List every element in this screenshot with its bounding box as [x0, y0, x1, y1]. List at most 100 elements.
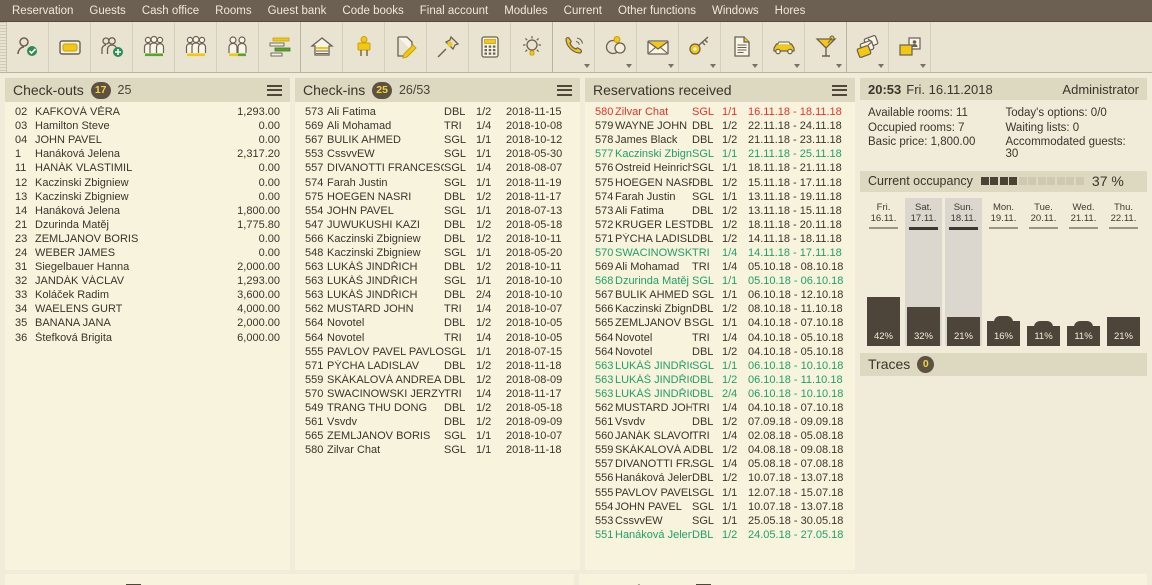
chart-column-2211[interactable]: Thu.22.11.21%: [1105, 198, 1142, 346]
menu-item-windows[interactable]: Windows: [704, 2, 767, 20]
mail-icon[interactable]: [637, 22, 679, 72]
menu-item-rooms[interactable]: Rooms: [207, 2, 259, 20]
table-row[interactable]: 580Zilvar ChatSGL1/12018-11-18: [295, 443, 580, 457]
table-row[interactable]: 13Kaczinski Zbigniew0.00: [5, 190, 290, 204]
table-row[interactable]: 576Ostreid HeinrichSGL1/118.11.18 - 21.1…: [585, 161, 855, 175]
table-row[interactable]: 03Hamilton Steve0.00: [5, 119, 290, 133]
table-row[interactable]: 35BANANA JANA2,000.00: [5, 316, 290, 330]
table-row[interactable]: 573Ali FatimaDBL1/22018-11-15: [295, 105, 580, 119]
table-row[interactable]: 574Farah JustinSGL1/113.11.18 - 19.11.18: [585, 190, 855, 204]
table-row[interactable]: 34WAELENS GURT4,000.00: [5, 302, 290, 316]
table-row[interactable]: 579WAYNE JOHNDBL1/222.11.18 - 24.11.18: [585, 119, 855, 133]
chart-bar[interactable]: 11%: [1027, 326, 1060, 346]
check-ins-list[interactable]: 573Ali FatimaDBL1/22018-11-15569Ali Moha…: [295, 102, 580, 570]
table-row[interactable]: 549TRANG THU DONGDBL1/22018-05-18: [295, 401, 580, 415]
menu-item-guest-bank[interactable]: Guest bank: [260, 2, 335, 20]
car-icon[interactable]: [763, 22, 805, 72]
table-row[interactable]: 559SKÁKALOVÁ ANDREADBL1/204.08.18 - 09.0…: [585, 443, 855, 457]
table-row[interactable]: 575HOEGEN NASRIDBL1/22018-11-17: [295, 190, 580, 204]
table-row[interactable]: 575HOEGEN NASRIDBL1/215.11.18 - 17.11.18: [585, 175, 855, 189]
table-row[interactable]: 571PÝCHA LADISLAVDBL1/22018-11-18: [295, 359, 580, 373]
guest-check-icon[interactable]: [7, 22, 49, 72]
table-row[interactable]: 565ZEMLJANOV BORISSGL1/104.10.18 - 07.10…: [585, 316, 855, 330]
table-row[interactable]: 32JANDÁK VÁCLAV1,293.00: [5, 274, 290, 288]
menu-item-cash-office[interactable]: Cash office: [134, 2, 207, 20]
chart-column-1711[interactable]: Sat.17.11.32%: [905, 198, 942, 346]
table-row[interactable]: 577Kaczinski ZbigniewSGL1/121.11.18 - 25…: [585, 147, 855, 161]
menu-item-reservation[interactable]: Reservation: [4, 2, 81, 20]
table-row[interactable]: 568Dzurinda MatějSGL1/105.10.18 - 06.10.…: [585, 274, 855, 288]
table-row[interactable]: 23ZEMLJANOV BORIS0.00: [5, 232, 290, 246]
table-row[interactable]: 548Kaczinski ZbigniewSGL1/12018-05-20: [295, 246, 580, 260]
toolbar-drag-handle[interactable]: [0, 22, 7, 72]
table-row[interactable]: 563LUKÁŠ JINDŘICHSGL1/106.10.18 - 10.10.…: [585, 359, 855, 373]
menu-item-code-books[interactable]: Code books: [334, 2, 411, 20]
chart-bar[interactable]: 32%: [907, 307, 940, 346]
document-icon[interactable]: [721, 22, 763, 72]
menu-item-final-account[interactable]: Final account: [412, 2, 496, 20]
table-row[interactable]: 554JOHN PAVELSGL1/110.07.18 - 13.07.18: [585, 500, 855, 514]
chevron-down-icon[interactable]: [584, 64, 590, 68]
house-icon[interactable]: [301, 22, 343, 72]
table-row[interactable]: 570SWACINOWSKI JERZYTRI1/42018-11-17: [295, 387, 580, 401]
table-row[interactable]: 557DIVANOTTI FRANCESCOSGL1/42018-08-07: [295, 161, 580, 175]
table-row[interactable]: 31Siegelbauer Hanna2,000.00: [5, 260, 290, 274]
table-row[interactable]: 562MUSTARD JOHNTRI1/42018-10-07: [295, 302, 580, 316]
reservations-list[interactable]: 580Zilvar ChatSGL1/116.11.18 - 18.11.185…: [585, 102, 855, 570]
table-row[interactable]: 21Dzurinda Matěj1,775.80: [5, 218, 290, 232]
menu-item-modules[interactable]: Modules: [496, 2, 555, 20]
traces-row[interactable]: Traces 0: [860, 353, 1147, 376]
table-row[interactable]: 04JOHN PAVEL0.00: [5, 133, 290, 147]
menu-item-hores[interactable]: Hores: [767, 2, 814, 20]
check-outs-list[interactable]: 02KAFKOVÁ VĚRA1,293.0003Hamilton Steve0.…: [5, 102, 290, 570]
table-row[interactable]: 567BULIK AHMEDSGL1/12018-10-12: [295, 133, 580, 147]
table-row[interactable]: 554JOHN PAVELSGL1/12018-07-13: [295, 204, 580, 218]
add-group-icon[interactable]: [91, 22, 133, 72]
card-icon[interactable]: [49, 22, 91, 72]
table-row[interactable]: 553CssvvEWSGL1/12018-05-30: [295, 147, 580, 161]
chart-bar[interactable]: 16%: [987, 321, 1020, 346]
id-card-icon[interactable]: [889, 22, 931, 72]
table-row[interactable]: 563LUKÁŠ JINDŘICHDBL1/22018-10-11: [295, 260, 580, 274]
table-row[interactable]: 11HANÁK VLASTIMIL0.00: [5, 161, 290, 175]
table-row[interactable]: 564NovotelTRI1/42018-10-05: [295, 331, 580, 345]
group-green-icon[interactable]: [133, 22, 175, 72]
chevron-down-icon[interactable]: [836, 64, 842, 68]
table-row[interactable]: 580Zilvar ChatSGL1/116.11.18 - 18.11.18: [585, 105, 855, 119]
table-row[interactable]: 571PÝCHA LADISLAVDBL1/214.11.18 - 18.11.…: [585, 232, 855, 246]
table-row[interactable]: 564NovotelTRI1/404.10.18 - 05.10.18: [585, 331, 855, 345]
chart-bar[interactable]: 21%: [947, 317, 980, 346]
chart-column-1811[interactable]: Sun.18.11.21%: [945, 198, 982, 346]
chart-bar[interactable]: 42%: [867, 297, 900, 346]
chart-bar[interactable]: 11%: [1067, 326, 1100, 346]
table-row[interactable]: 561VsvdvDBL1/22018-09-09: [295, 415, 580, 429]
occupancy-forecast-chart[interactable]: Fri.16.11.42%Sat.17.11.32%Sun.18.11.21%M…: [860, 198, 1147, 346]
circles-icon[interactable]: [595, 22, 637, 72]
plan-board-icon[interactable]: [259, 22, 301, 72]
chart-bar[interactable]: 21%: [1107, 317, 1140, 346]
table-row[interactable]: 563LUKÁŠ JINDŘICHDBL2/406.10.18 - 10.10.…: [585, 387, 855, 401]
table-row[interactable]: 573Ali FatimaDBL1/213.11.18 - 15.11.18: [585, 204, 855, 218]
table-row[interactable]: 559SKÁKALOVÁ ANDREADBL1/22018-08-09: [295, 373, 580, 387]
table-row[interactable]: 563LUKÁŠ JINDŘICHDBL1/206.10.18 - 11.10.…: [585, 373, 855, 387]
table-row[interactable]: 1Hanáková Jelena2,317.20: [5, 147, 290, 161]
table-row[interactable]: 564NovotelDBL1/22018-10-05: [295, 316, 580, 330]
table-row[interactable]: 566Kaczinski ZbigniewDBL1/208.10.18 - 11…: [585, 302, 855, 316]
table-row[interactable]: 557DIVANOTTI FRANCESCOSGL1/405.08.18 - 0…: [585, 457, 855, 471]
chevron-down-icon[interactable]: [668, 64, 674, 68]
lightbulb-icon[interactable]: [511, 22, 553, 72]
chevron-down-icon[interactable]: [752, 64, 758, 68]
table-row[interactable]: 24WEBER JAMES0.00: [5, 246, 290, 260]
chevron-down-icon[interactable]: [878, 64, 884, 68]
menu-item-other-functions[interactable]: Other functions: [610, 2, 704, 20]
staff-icon[interactable]: [343, 22, 385, 72]
chart-column-1611[interactable]: Fri.16.11.42%: [865, 198, 902, 346]
check-outs-menu-icon[interactable]: [267, 85, 282, 96]
chevron-down-icon[interactable]: [794, 64, 800, 68]
table-row[interactable]: 547JUWUKUSHI KAZIDBL1/22018-05-18: [295, 218, 580, 232]
table-row[interactable]: 570SWACINOWSKI JERZYTRI1/414.11.18 - 17.…: [585, 246, 855, 260]
table-row[interactable]: 569Ali MohamadTRI1/405.10.18 - 08.10.18: [585, 260, 855, 274]
edit-document-icon[interactable]: [385, 22, 427, 72]
chevron-down-icon[interactable]: [626, 64, 632, 68]
table-row[interactable]: 33Koláček Radim3,600.00: [5, 288, 290, 302]
